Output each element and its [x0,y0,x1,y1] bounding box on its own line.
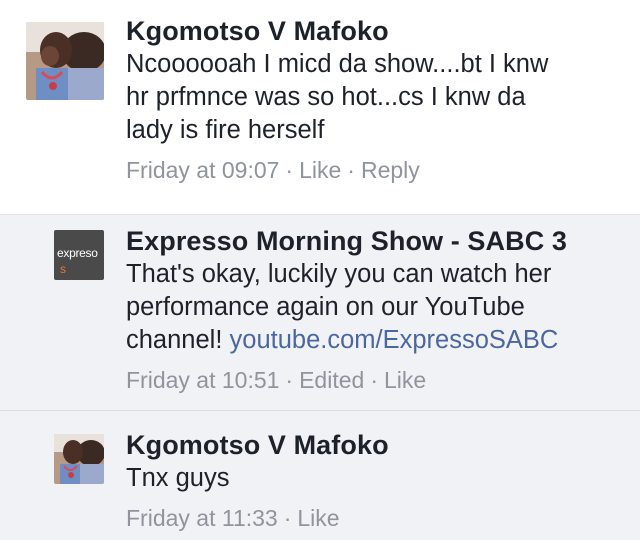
comment-text-line: channel! youtube.com/ExpressoSABC [126,324,620,357]
reply-body: Kgomotso V Mafoko Tnx guys Friday at 11:… [126,428,620,533]
comment-timestamp[interactable]: Friday at 09:07 [126,157,279,183]
avatar[interactable] [54,434,104,484]
comment-timestamp[interactable]: Friday at 10:51 [126,367,279,393]
comment-text-line: Ncoooooah I micd da show....bt I knw [126,50,549,78]
edited-label[interactable]: Edited [299,367,364,393]
profile-photo-icon [26,22,104,100]
avatar[interactable] [26,22,104,100]
reply-button[interactable]: Reply [361,157,420,183]
comment: Kgomotso V Mafoko Ncoooooah I micd da sh… [0,0,640,214]
comment-text-part: channel! [126,326,223,354]
comment-author[interactable]: Kgomotso V Mafoko [126,428,620,462]
comment-text-line: hr prfmnce was so hot...cs I knw da [126,83,526,111]
comment-thread: Kgomotso V Mafoko Ncoooooah I micd da sh… [0,0,640,540]
comment-meta: Friday at 11:33 · Like [126,505,340,531]
expresso-logo-icon: expres s o [54,230,104,280]
comment-author[interactable]: Kgomotso V Mafoko [126,14,620,48]
comment-author[interactable]: Expresso Morning Show - SABC 3 [126,224,620,258]
comment-text-line: performance again on our YouTube [126,293,525,321]
youtube-link[interactable]: youtube.com/ExpressoSABC [230,326,559,354]
like-button[interactable]: Like [299,157,341,183]
profile-photo-icon [54,434,104,484]
comment-timestamp[interactable]: Friday at 11:33 [126,505,278,531]
comment-text-line: lady is fire herself [126,116,325,144]
comment-text-line: Tnx guys [126,464,230,492]
like-button[interactable]: Like [384,367,426,393]
comment-meta: Friday at 10:51 · Edited · Like [126,367,427,393]
like-button[interactable]: Like [297,505,339,531]
logo-text: expres s o [57,246,98,276]
comment-meta: Friday at 09:07 · Like · Reply [126,157,420,183]
reply-body: Expresso Morning Show - SABC 3 That's ok… [126,224,620,395]
avatar[interactable]: expres s o [54,230,104,280]
comment-text-line: That's okay, luckily you can watch her [126,260,552,288]
